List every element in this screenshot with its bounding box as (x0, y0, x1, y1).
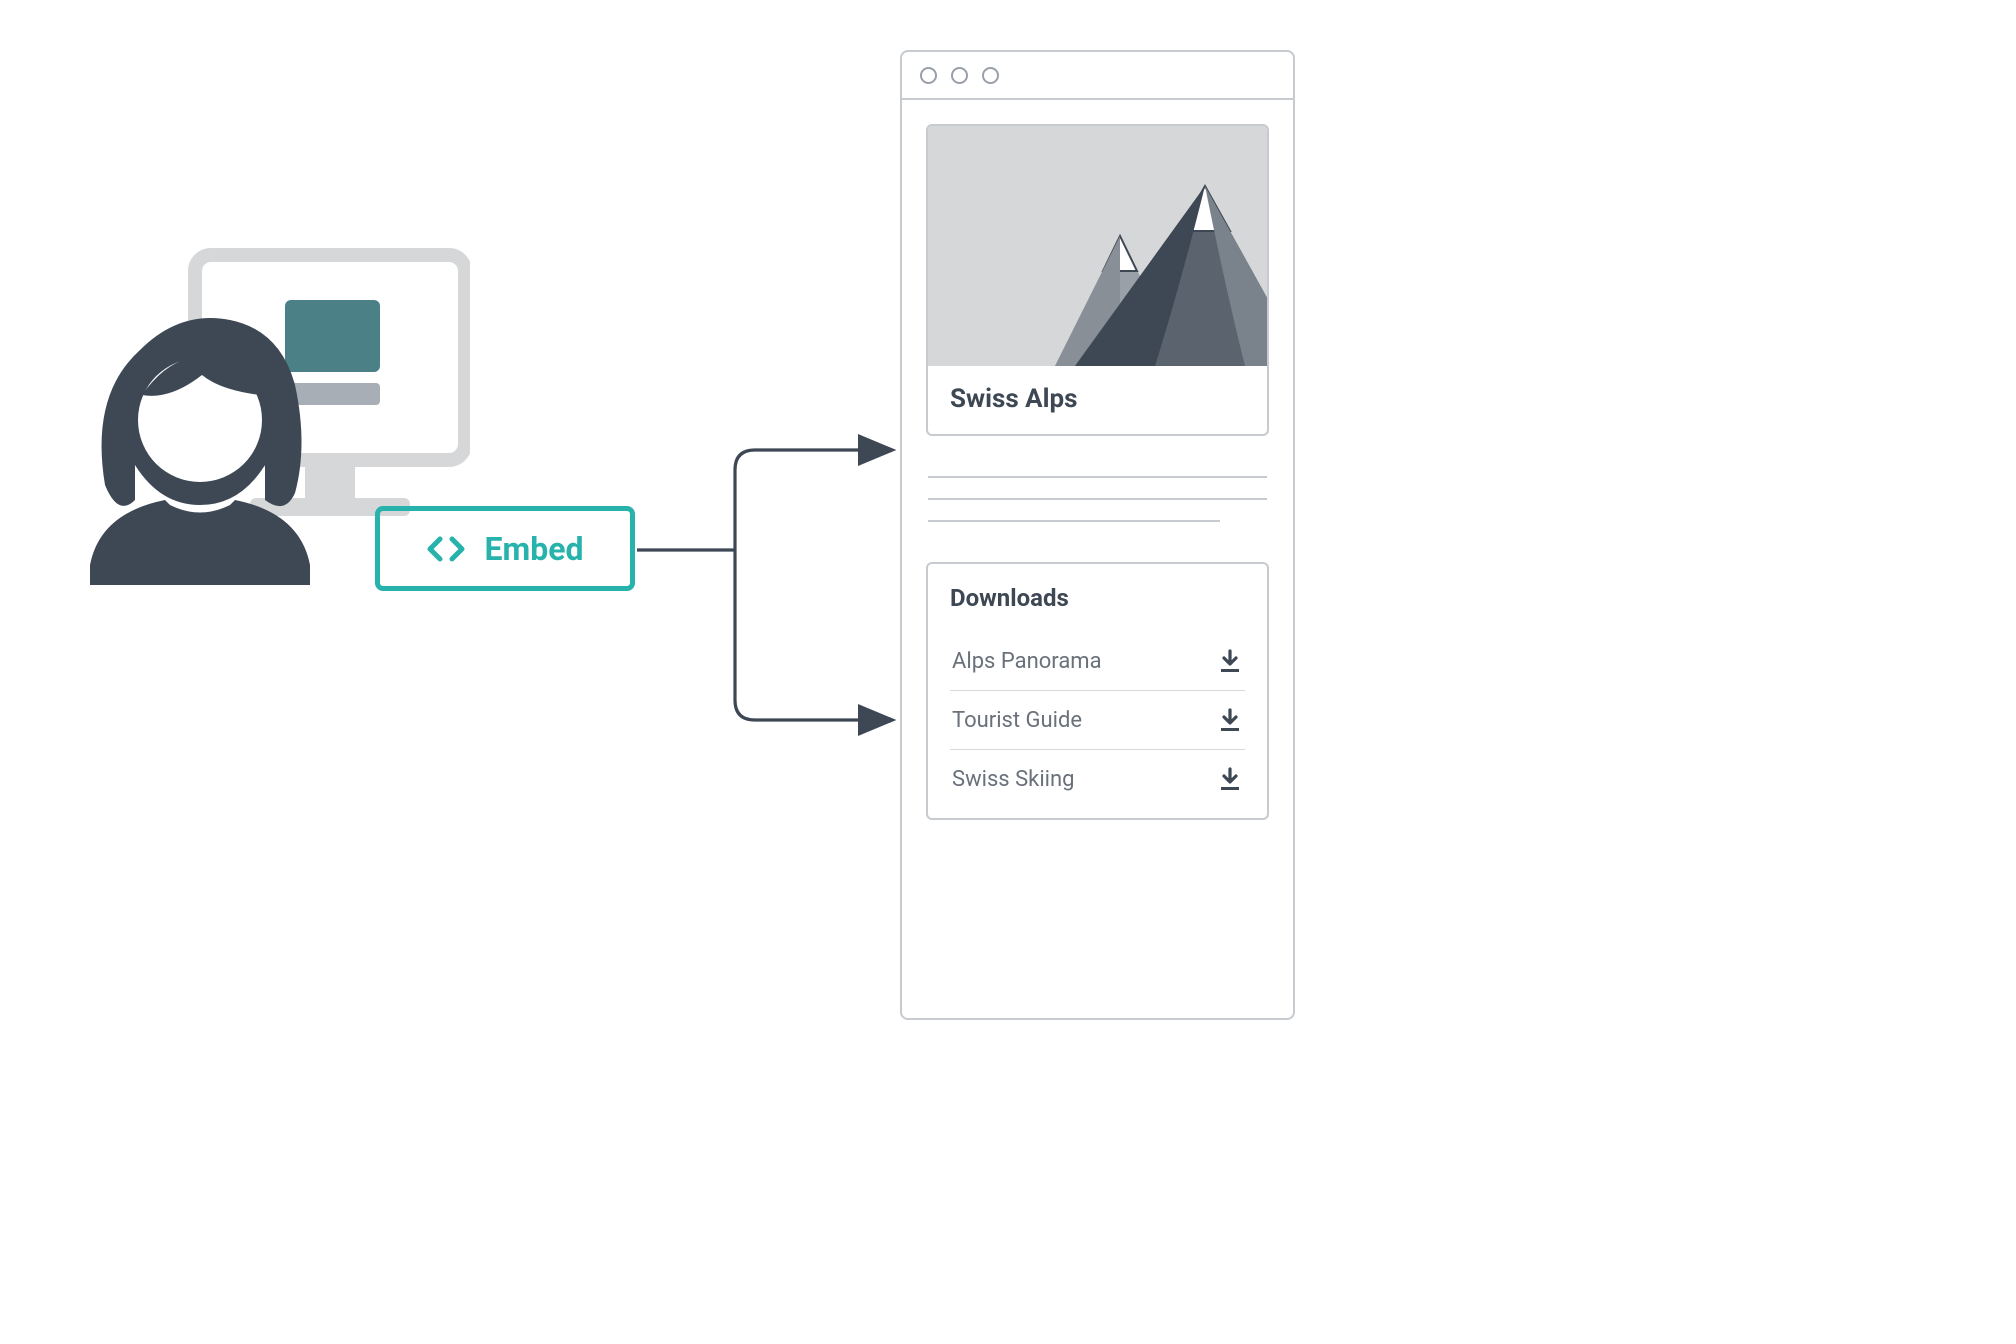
download-row[interactable]: Tourist Guide (950, 691, 1245, 750)
window-titlebar (902, 52, 1293, 100)
webpage-body: Swiss Alps Downloads Alps Panorama Tou (902, 100, 1293, 844)
download-icon (1217, 707, 1243, 733)
window-dot (982, 67, 999, 84)
text-placeholder-lines (926, 476, 1269, 522)
diagram-stage: Embed (50, 40, 1550, 1040)
downloads-card: Downloads Alps Panorama Tourist Guide Sw… (926, 562, 1269, 820)
download-icon (1217, 648, 1243, 674)
embed-button[interactable]: Embed (375, 506, 635, 591)
download-row[interactable]: Alps Panorama (950, 632, 1245, 691)
webpage-mockup: Swiss Alps Downloads Alps Panorama Tou (900, 50, 1295, 1020)
download-label: Swiss Skiing (952, 767, 1075, 792)
flow-connector (635, 420, 925, 770)
window-dot (920, 67, 937, 84)
user-avatar-icon (90, 318, 310, 585)
download-label: Alps Panorama (952, 649, 1102, 674)
text-line (928, 476, 1267, 478)
download-label: Tourist Guide (952, 708, 1082, 733)
embed-label: Embed (484, 530, 583, 568)
card-title: Swiss Alps (928, 366, 1267, 434)
card-image (928, 126, 1267, 366)
code-icon (426, 535, 466, 563)
download-row[interactable]: Swiss Skiing (950, 750, 1245, 808)
download-icon (1217, 766, 1243, 792)
downloads-title: Downloads (950, 584, 1245, 612)
text-line (928, 498, 1267, 500)
window-dot (951, 67, 968, 84)
image-card: Swiss Alps (926, 124, 1269, 436)
text-line (928, 520, 1220, 522)
